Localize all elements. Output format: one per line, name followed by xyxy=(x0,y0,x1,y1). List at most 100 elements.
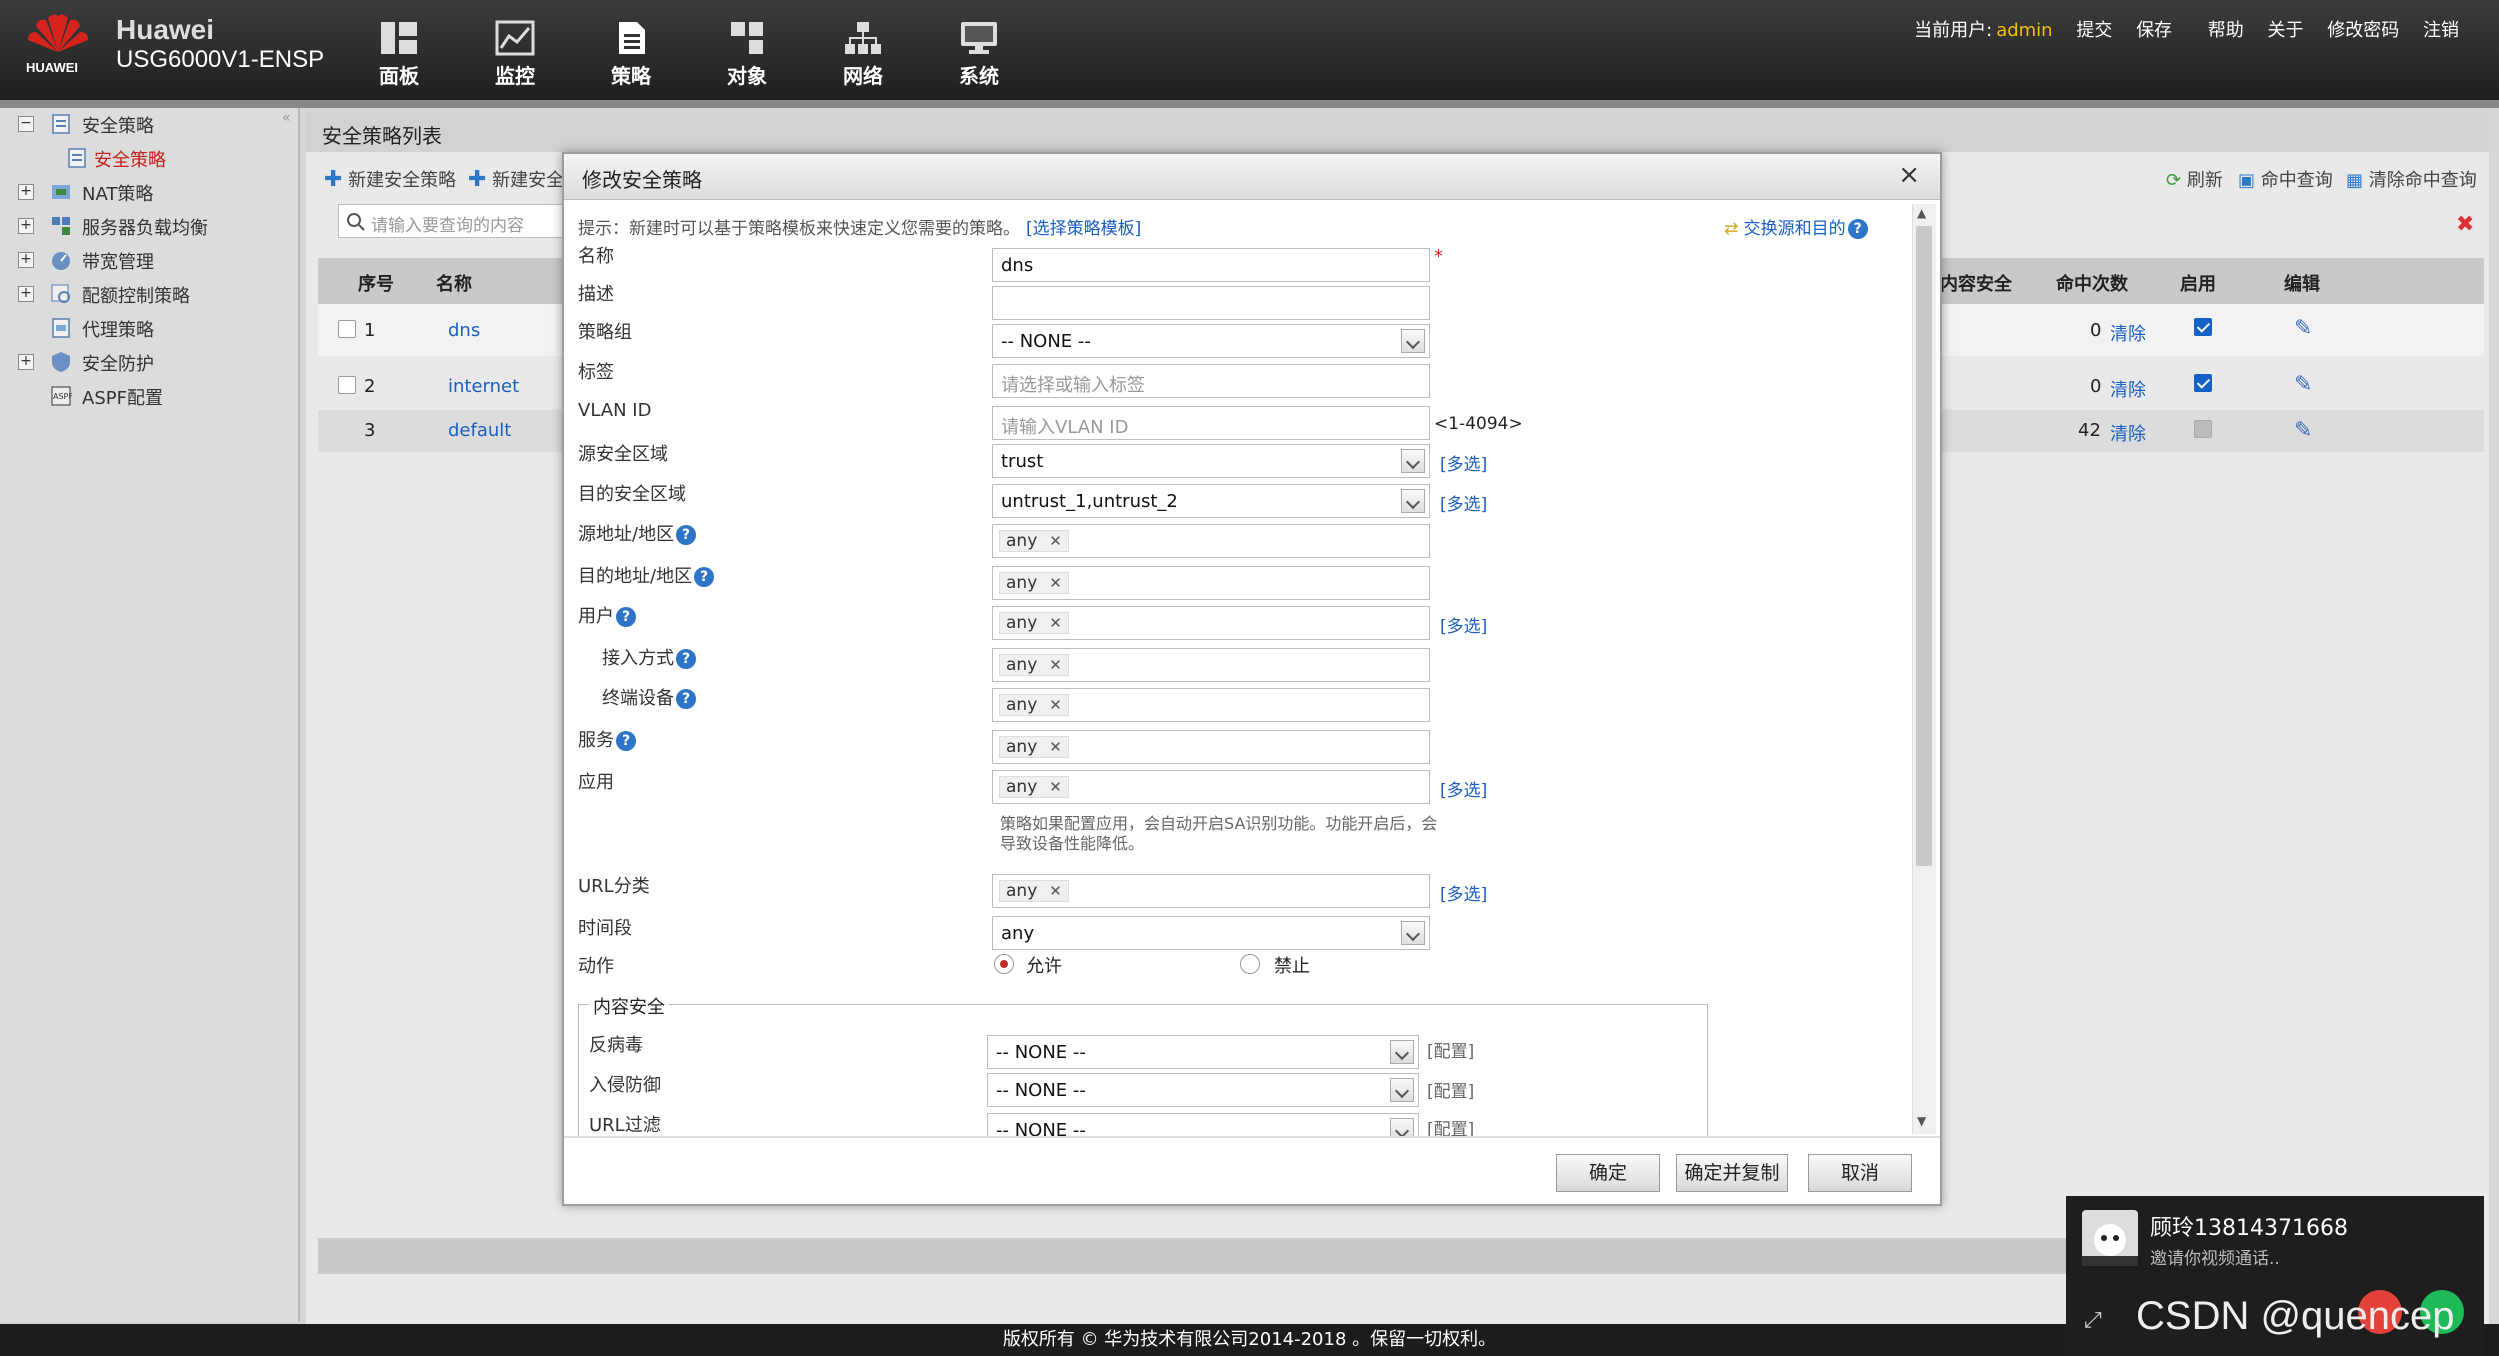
dest-address-input[interactable]: any ✕ xyxy=(992,566,1430,600)
scrollbar-thumb[interactable] xyxy=(1916,226,1932,866)
dest-zone-select[interactable]: untrust_1,untrust_2 xyxy=(992,484,1430,518)
sidebar-item-security-policy-sub[interactable]: 安全策略 xyxy=(60,142,290,176)
nav-monitor[interactable]: 监控 xyxy=(470,20,560,92)
remove-token-icon[interactable]: ✕ xyxy=(1049,614,1062,632)
expand-icon[interactable]: ⤢ xyxy=(2084,1308,2102,1333)
submit-link[interactable]: 提交 xyxy=(2076,20,2112,41)
cancel-button[interactable]: 取消 xyxy=(1808,1154,1912,1192)
row-clear-link[interactable]: 清除 xyxy=(2110,320,2146,346)
row-clear-link[interactable]: 清除 xyxy=(2110,420,2146,446)
name-input[interactable]: dns xyxy=(992,248,1430,282)
select-template-link[interactable]: [选择策略模板] xyxy=(1026,219,1141,239)
expand-icon[interactable]: + xyxy=(18,184,34,200)
refresh-button[interactable]: ⟳ 刷新 xyxy=(2166,166,2223,192)
row-name[interactable]: default xyxy=(448,420,511,441)
ips-config-link[interactable]: [配置] xyxy=(1427,1077,1474,1102)
ok-button[interactable]: 确定 xyxy=(1556,1154,1660,1192)
nav-object[interactable]: 对象 xyxy=(702,20,792,92)
ips-select[interactable]: -- NONE -- xyxy=(987,1073,1419,1107)
search-input[interactable]: 请输入要查询的内容 xyxy=(338,204,598,238)
sidebar-item-protection[interactable]: + 安全防护 xyxy=(0,346,290,380)
application-input[interactable]: any ✕ xyxy=(992,770,1430,804)
sidebar-item-security-policy[interactable]: − 安全策略 xyxy=(0,108,290,142)
deny-radio[interactable] xyxy=(1240,954,1260,974)
save-link[interactable]: 保存 xyxy=(2136,20,2172,41)
sidebar-item-proxy[interactable]: 代理策略 xyxy=(0,312,290,346)
edit-icon[interactable]: ✎ xyxy=(2294,372,2312,397)
help-icon[interactable]: ? xyxy=(676,649,696,669)
close-search-icon[interactable]: ✖ xyxy=(2456,212,2474,237)
help-icon[interactable]: ? xyxy=(676,689,696,709)
expand-icon[interactable]: + xyxy=(18,252,34,268)
nav-dashboard[interactable]: 面板 xyxy=(354,20,444,92)
help-icon[interactable]: ? xyxy=(616,731,636,751)
url-filter-select[interactable]: -- NONE -- xyxy=(987,1113,1419,1136)
row-enabled-checkbox[interactable] xyxy=(2194,318,2212,336)
source-zone-multi-link[interactable]: [多选] xyxy=(1440,450,1487,475)
collapse-icon[interactable]: − xyxy=(18,116,34,132)
help-icon[interactable]: ? xyxy=(676,525,697,545)
new-policy-button[interactable]: ✚ 新建安全策略 xyxy=(324,166,456,192)
sidebar-item-slb[interactable]: + 服务器负载均衡 xyxy=(0,210,290,244)
about-link[interactable]: 关于 xyxy=(2268,20,2304,41)
user-multi-link[interactable]: [多选] xyxy=(1440,612,1487,637)
scroll-down-icon[interactable]: ▼ xyxy=(1917,1114,1926,1128)
sidebar-item-bandwidth[interactable]: + 带宽管理 xyxy=(0,244,290,278)
url-filter-config-link[interactable]: [配置] xyxy=(1427,1115,1474,1136)
row-name[interactable]: dns xyxy=(448,320,480,341)
policy-group-select[interactable]: -- NONE -- xyxy=(992,324,1430,358)
antivirus-select[interactable]: -- NONE -- xyxy=(987,1035,1419,1069)
close-dialog-icon[interactable]: × xyxy=(1898,160,1920,190)
tag-input[interactable]: 请选择或输入标签 xyxy=(992,364,1430,398)
edit-icon[interactable]: ✎ xyxy=(2294,316,2312,341)
expand-icon[interactable]: + xyxy=(18,354,34,370)
remove-token-icon[interactable]: ✕ xyxy=(1049,574,1062,592)
expand-icon[interactable]: + xyxy=(18,286,34,302)
row-clear-link[interactable]: 清除 xyxy=(2110,376,2146,402)
nav-network[interactable]: 网络 xyxy=(818,20,908,92)
user-input[interactable]: any ✕ xyxy=(992,606,1430,640)
row-enabled-checkbox[interactable] xyxy=(2194,374,2212,392)
time-range-select[interactable]: any xyxy=(992,916,1430,950)
sidebar-item-nat[interactable]: + NAT策略 xyxy=(0,176,290,210)
allow-radio[interactable] xyxy=(994,954,1014,974)
terminal-device-input[interactable]: any ✕ xyxy=(992,688,1430,722)
swap-source-dest-link[interactable]: ⇄ 交换源和目的? xyxy=(1724,214,1868,239)
help-link[interactable]: 帮助 xyxy=(2208,20,2244,41)
dest-zone-multi-link[interactable]: [多选] xyxy=(1440,490,1487,515)
sidebar-item-aspf[interactable]: ASPF ASPF配置 xyxy=(0,380,290,414)
description-input[interactable] xyxy=(992,286,1430,320)
row-name[interactable]: internet xyxy=(448,376,519,397)
nav-policy[interactable]: 策略 xyxy=(586,20,676,92)
service-input[interactable]: any ✕ xyxy=(992,730,1430,764)
sidebar-item-quota[interactable]: + 配额控制策略 xyxy=(0,278,290,312)
hit-query-button[interactable]: ▣ 命中查询 xyxy=(2238,166,2333,192)
help-icon[interactable]: ? xyxy=(616,607,636,627)
remove-token-icon[interactable]: ✕ xyxy=(1049,696,1062,714)
url-category-multi-link[interactable]: [多选] xyxy=(1440,880,1487,905)
expand-icon[interactable]: + xyxy=(18,218,34,234)
remove-token-icon[interactable]: ✕ xyxy=(1049,532,1062,550)
source-address-input[interactable]: any ✕ xyxy=(992,524,1430,558)
remove-token-icon[interactable]: ✕ xyxy=(1049,738,1062,756)
row-checkbox[interactable] xyxy=(338,376,356,394)
remove-token-icon[interactable]: ✕ xyxy=(1049,882,1062,900)
nav-system[interactable]: 系统 xyxy=(934,20,1024,92)
new-group-button[interactable]: ✚ 新建安全 xyxy=(468,166,564,192)
edit-icon[interactable]: ✎ xyxy=(2294,418,2312,443)
vlan-input[interactable]: 请输入VLAN ID xyxy=(992,406,1430,440)
remove-token-icon[interactable]: ✕ xyxy=(1049,778,1062,796)
help-icon[interactable]: ? xyxy=(1847,219,1868,239)
source-zone-select[interactable]: trust xyxy=(992,444,1430,478)
clear-hits-button[interactable]: ▦ 清除命中查询 xyxy=(2346,166,2477,192)
help-icon[interactable]: ? xyxy=(694,567,715,587)
remove-token-icon[interactable]: ✕ xyxy=(1049,656,1062,674)
application-multi-link[interactable]: [多选] xyxy=(1440,776,1487,801)
scroll-up-icon[interactable]: ▲ xyxy=(1917,206,1926,220)
url-category-input[interactable]: any ✕ xyxy=(992,874,1430,908)
antivirus-config-link[interactable]: [配置] xyxy=(1427,1037,1474,1062)
row-checkbox[interactable] xyxy=(338,320,356,338)
access-mode-input[interactable]: any ✕ xyxy=(992,648,1430,682)
dialog-scrollbar[interactable]: ▲ ▼ xyxy=(1912,204,1936,1134)
logout-link[interactable]: 注销 xyxy=(2423,20,2459,41)
